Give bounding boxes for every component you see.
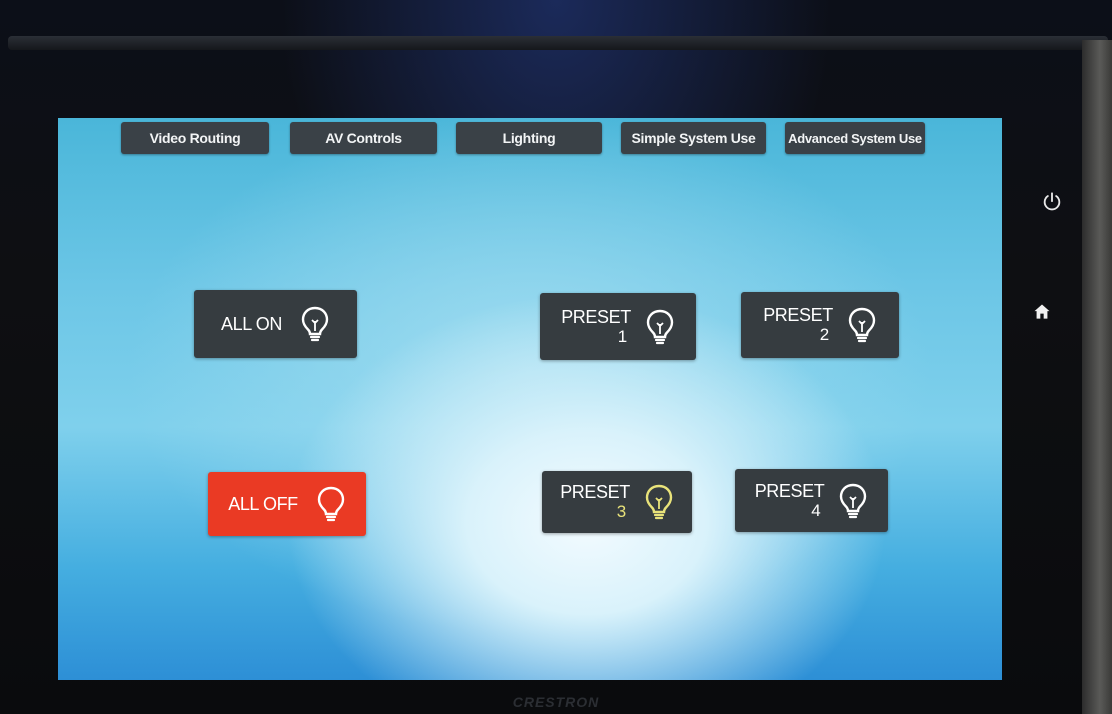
- all-on-label: ALL ON: [221, 313, 282, 334]
- preset-1-number: 1: [617, 326, 627, 346]
- preset-3-button[interactable]: PRESET 3: [542, 471, 692, 533]
- lightbulb-icon: [840, 483, 867, 518]
- tab-video-routing[interactable]: Video Routing: [121, 122, 269, 154]
- tab-simple-system-use[interactable]: Simple System Use: [621, 122, 766, 154]
- tab-av-controls[interactable]: AV Controls: [290, 122, 437, 154]
- preset-2-button[interactable]: PRESET 2: [741, 292, 899, 358]
- tab-bar: Video Routing AV Controls Lighting Simpl…: [58, 118, 1002, 158]
- power-icon[interactable]: [1038, 188, 1066, 216]
- preset-3-number: 3: [616, 502, 626, 521]
- preset-4-label: PRESET: [754, 480, 825, 501]
- preset-4-number: 4: [811, 500, 821, 520]
- preset-3-label: PRESET: [560, 482, 630, 502]
- lightbulb-icon: [301, 306, 329, 342]
- all-off-button[interactable]: ALL OFF: [208, 472, 366, 536]
- bezel-top-edge: [8, 36, 1108, 50]
- tab-advanced-system-use[interactable]: Advanced System Use: [785, 122, 925, 154]
- preset-2-text: PRESET 2: [763, 305, 833, 345]
- lightbulb-icon: [848, 307, 876, 343]
- tab-lighting[interactable]: Lighting: [456, 122, 602, 154]
- preset-1-button[interactable]: PRESET 1: [540, 293, 696, 360]
- lightbulb-icon: [646, 309, 674, 344]
- panel-bezel: Video Routing AV Controls Lighting Simpl…: [0, 0, 1112, 714]
- device-side-edge: [1082, 40, 1112, 714]
- brand-logo: CRESTRON: [512, 694, 600, 710]
- preset-3-text: PRESET 3: [560, 482, 630, 522]
- all-off-label: ALL OFF: [228, 493, 298, 514]
- preset-4-button[interactable]: PRESET 4: [735, 469, 888, 532]
- lightbulb-icon: [317, 486, 344, 522]
- touch-screen: Video Routing AV Controls Lighting Simpl…: [58, 118, 1002, 680]
- preset-2-number: 2: [819, 325, 829, 344]
- preset-1-label: PRESET: [561, 306, 631, 327]
- preset-1-text: PRESET 1: [561, 307, 631, 347]
- preset-4-text: PRESET 4: [755, 481, 825, 521]
- home-icon[interactable]: [1028, 298, 1056, 326]
- preset-2-label: PRESET: [763, 305, 833, 325]
- lightbulb-icon: [645, 484, 673, 520]
- all-on-button[interactable]: ALL ON: [194, 290, 357, 358]
